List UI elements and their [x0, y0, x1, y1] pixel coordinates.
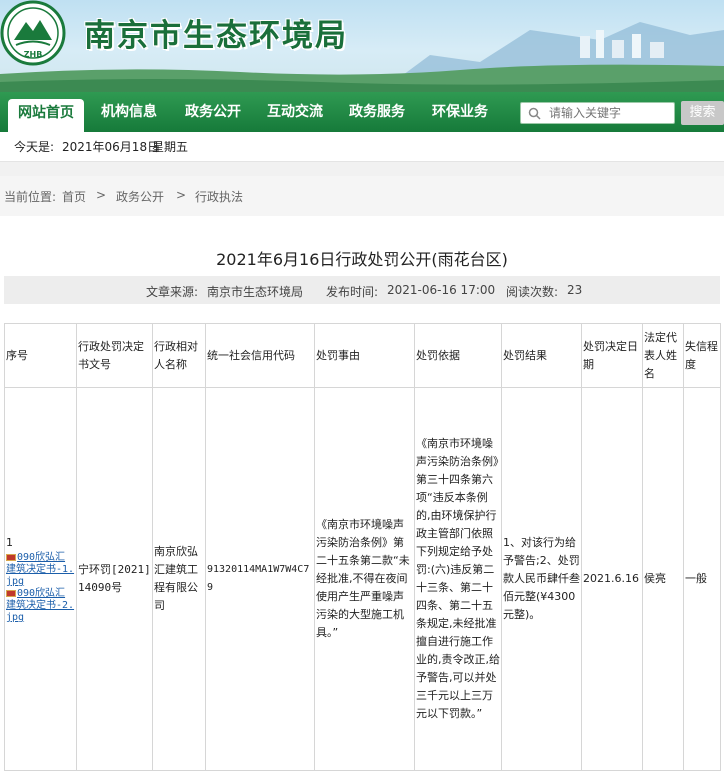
image-file-icon — [6, 589, 16, 597]
article-title: 2021年6月16日行政处罚公开(雨花台区) — [216, 250, 508, 269]
row-index: 1 — [6, 536, 13, 549]
nav-interaction[interactable]: 互动交流 — [267, 101, 323, 121]
attachment-link-1[interactable]: 090欣弘汇建筑决定书-1.jpg — [6, 552, 75, 588]
nav-env-business[interactable]: 环保业务 — [432, 101, 488, 121]
breadcrumb-prefix: 当前位置: — [4, 190, 57, 204]
time-label: 发布时间: — [326, 285, 379, 299]
breadcrumb-separator: > — [96, 188, 107, 202]
zhb-logo: ZHB — [0, 0, 66, 66]
breadcrumb-gov-affairs[interactable]: 政务公开 — [116, 188, 164, 205]
site-banner: ZHB 南京市生态环境局 — [0, 0, 724, 92]
table-header-row: 序号 行政处罚决定书文号 行政相对人名称 统一社会信用代码 处罚事由 处罚依据 … — [4, 323, 721, 388]
current-date: 2021年06月18日 — [62, 140, 160, 154]
col-header: 行政相对人名称 — [152, 323, 206, 388]
source-label: 文章来源: — [146, 285, 199, 299]
breadcrumb-separator: > — [176, 188, 187, 202]
col-header: 法定代表人姓名 — [642, 323, 684, 388]
site-title: 南京市生态环境局 — [84, 18, 348, 54]
nav-org-info[interactable]: 机构信息 — [101, 101, 157, 121]
nav-gov-services[interactable]: 政务服务 — [349, 101, 405, 121]
nav-home[interactable]: 网站首页 — [8, 99, 84, 132]
col-header: 失信程度 — [683, 323, 721, 388]
search-input[interactable] — [549, 105, 671, 121]
attachment-link-2[interactable]: 090欣弘汇建筑决定书-2.jpg — [6, 588, 75, 624]
breadcrumb-enforcement[interactable]: 行政执法 — [195, 188, 243, 205]
article-meta: 文章来源: 南京市生态环境局 发布时间: 2021-06-16 17:00 阅读… — [4, 276, 720, 304]
image-file-icon — [6, 553, 16, 561]
breadcrumb: 当前位置: 首页 > 政务公开 > 行政执法 — [0, 176, 724, 216]
col-header: 序号 — [4, 323, 77, 388]
date-label: 今天是: — [14, 140, 55, 154]
cell-date: 2021.6.16 — [581, 387, 643, 771]
col-header: 统一社会信用代码 — [205, 323, 315, 388]
attachment-name-1: 090欣弘汇建筑决定书-1.jpg — [6, 552, 75, 587]
search-box — [520, 102, 675, 124]
cell-credit-code: 91320114MA1W7W4C79 — [205, 387, 315, 771]
cell-party: 南京欣弘汇建筑工程有限公司 — [152, 387, 206, 771]
current-weekday: 星期五 — [152, 140, 189, 154]
col-header: 处罚事由 — [314, 323, 415, 388]
cell-basis: 《南京市环境噪声污染防治条例》第三十四条第六项“违反本条例的,由环境保护行政主管… — [414, 387, 502, 771]
col-header: 处罚决定日期 — [581, 323, 643, 388]
table-row: 1 090欣弘汇建筑决定书-1.jpg 090欣弘汇建筑决定书-2.jpg 宁环… — [4, 387, 721, 771]
cell-result: 1、对该行为给予警告;2、处罚款人民币肆仟叁佰元整(¥4300元整)。 — [501, 387, 582, 771]
search-button[interactable]: 搜索 — [681, 101, 724, 125]
cell-doc-no: 宁环罚[2021]14090号 — [76, 387, 153, 771]
cell-credit-level: 一般 — [683, 387, 721, 771]
attachment-name-2: 090欣弘汇建筑决定书-2.jpg — [6, 588, 75, 623]
source-value: 南京市生态环境局 — [207, 285, 304, 299]
search-icon — [528, 107, 541, 120]
section-gap — [0, 162, 724, 176]
time-value: 2021-06-16 17:00 — [387, 283, 496, 297]
nav-gov-affairs[interactable]: 政务公开 — [185, 101, 241, 121]
col-header: 处罚依据 — [414, 323, 502, 388]
reads-label: 阅读次数: — [506, 285, 559, 299]
breadcrumb-home[interactable]: 首页 — [62, 188, 86, 205]
reads-value: 23 — [567, 283, 583, 297]
svg-text:ZHB: ZHB — [24, 50, 43, 59]
cell-reason: 《南京市环境噪声污染防治条例》第二十五条第二款“未经批准,不得在夜间使用产生严重… — [314, 387, 415, 771]
cell-index: 1 090欣弘汇建筑决定书-1.jpg 090欣弘汇建筑决定书-2.jpg — [4, 387, 77, 771]
article: 2021年6月16日行政处罚公开(雨花台区) 文章来源: 南京市生态环境局 发布… — [0, 230, 724, 771]
penalty-table: 序号 行政处罚决定书文号 行政相对人名称 统一社会信用代码 处罚事由 处罚依据 … — [4, 323, 721, 771]
cell-legal-rep: 侯亮 — [642, 387, 684, 771]
col-header: 处罚结果 — [501, 323, 582, 388]
col-header: 行政处罚决定书文号 — [76, 323, 153, 388]
date-bar: 今天是: 2021年06月18日 星期五 — [0, 132, 724, 162]
